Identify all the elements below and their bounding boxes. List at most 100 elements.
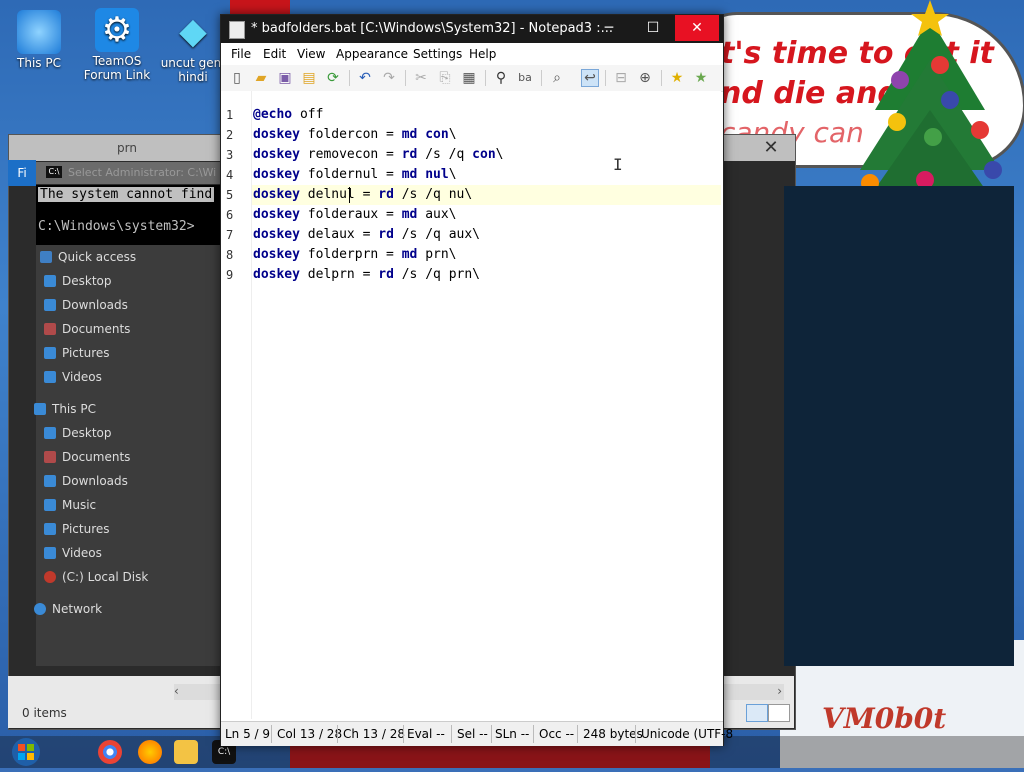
status-line[interactable]: Ln 5 / 9	[225, 727, 270, 741]
code-line[interactable]: doskey removecon = rd /s /q con\	[252, 145, 721, 165]
maximize-button[interactable]: ☐	[631, 15, 675, 41]
text-token: /s /q nu\	[393, 187, 473, 202]
file-tab[interactable]: Fi	[8, 160, 36, 186]
search-icon[interactable]: ⌕	[549, 70, 565, 86]
code-line[interactable]: doskey foldercon = md con\	[252, 125, 721, 145]
replace-icon[interactable]: ba	[517, 70, 533, 86]
computer-icon	[34, 403, 46, 415]
desktop-folder-icon	[44, 427, 56, 439]
explorer-scroll-area	[784, 186, 1014, 666]
large-icons-view-button[interactable]	[768, 704, 790, 722]
save-icon[interactable]: ▣	[277, 70, 293, 86]
status-file-size[interactable]: 248 bytes	[583, 727, 643, 741]
text-token: folderprn =	[299, 247, 402, 262]
keyword-token: doskey	[253, 167, 300, 182]
network-icon	[34, 603, 46, 615]
text-token: \	[448, 167, 457, 182]
desktop-icon-this-pc[interactable]: This PC	[0, 10, 78, 70]
nav-pc-videos[interactable]: Videos	[44, 546, 102, 560]
window-title: * badfolders.bat [C:\Windows\System32] -…	[251, 21, 613, 36]
file-explorer-icon[interactable]	[174, 740, 198, 764]
nav-pc-desktop[interactable]: Desktop	[44, 426, 112, 440]
copy-icon[interactable]: ⎘	[437, 70, 453, 86]
code-line[interactable]: doskey foldernul = md nul\	[252, 165, 721, 185]
find-icon[interactable]: ⚲	[493, 70, 509, 86]
scroll-left-icon[interactable]: ‹	[174, 684, 179, 698]
code-text: doskey delprn = rd /s /q prn\	[253, 265, 480, 285]
keyword-token: con	[425, 127, 449, 142]
windows-logo-icon	[12, 738, 40, 766]
notepad3-window[interactable]: * badfolders.bat [C:\Windows\System32] -…	[220, 14, 733, 746]
nav-item-videos[interactable]: Videos	[44, 370, 102, 384]
text-token: \	[448, 127, 457, 142]
cmd-console[interactable]: The system cannot find C:\Windows\system…	[36, 185, 220, 245]
nav-pc-music[interactable]: Music	[44, 498, 96, 512]
close-button[interactable]: ✕	[675, 15, 719, 41]
nav-this-pc[interactable]: This PC	[34, 402, 96, 416]
code-line[interactable]: doskey folderprn = md prn\	[252, 245, 721, 265]
nav-item-documents[interactable]: Documents	[44, 322, 130, 336]
zoom-in-icon[interactable]: ⊕	[637, 70, 653, 86]
cut-icon[interactable]: ✂	[413, 70, 429, 86]
firefox-icon[interactable]	[138, 740, 162, 764]
nav-item-pictures[interactable]: Pictures	[44, 346, 110, 360]
menu-appearance[interactable]: Appearance	[336, 47, 408, 61]
code-editor[interactable]: @echo off doskey foldercon = md con\ doske…	[252, 91, 721, 719]
save-as-icon[interactable]: ▤	[301, 70, 317, 86]
menu-file[interactable]: File	[231, 47, 251, 61]
start-button[interactable]	[4, 736, 44, 768]
keyword-token: doskey	[253, 267, 300, 282]
line-number: 6	[226, 208, 234, 222]
word-wrap-icon[interactable]: ↩	[581, 69, 599, 87]
scroll-right-icon[interactable]: ›	[777, 684, 782, 698]
nav-network[interactable]: Network	[34, 602, 102, 616]
toolbar: ▯ ▰ ▣ ▤ ⟳ ↶ ↷ ✂ ⎘ ▦ ⚲ ba ⌕ ↩ ⊟ ⊕ ★ ★	[221, 65, 723, 92]
code-line[interactable]: @echo off	[252, 105, 721, 125]
keyword-token: doskey	[253, 207, 300, 222]
code-line[interactable]: doskey folderaux = md aux\	[252, 205, 721, 225]
nav-item-desktop[interactable]: Desktop	[44, 274, 112, 288]
nav-pc-downloads[interactable]: Downloads	[44, 474, 128, 488]
code-line[interactable]: doskey delnul = rd /s /q nu\	[252, 185, 721, 205]
zoom-out-icon[interactable]: ⊟	[613, 70, 629, 86]
text-token: \	[495, 147, 504, 162]
open-folder-icon[interactable]: ▰	[253, 70, 269, 86]
menu-help[interactable]: Help	[469, 47, 496, 61]
status-selection[interactable]: Sel --	[457, 727, 488, 741]
status-occurrences[interactable]: Occ --	[539, 727, 574, 741]
desktop-icon-teamos[interactable]: ⚙ TeamOS Forum Link	[78, 8, 156, 82]
nav-quick-access[interactable]: Quick access	[40, 250, 136, 264]
status-column[interactable]: Col 13 / 28	[277, 727, 342, 741]
minimize-button[interactable]: ─	[587, 15, 631, 41]
text-token: /s /q aux\	[393, 227, 480, 242]
code-text: doskey foldercon = md con\	[253, 125, 457, 145]
text-token: prn\	[417, 247, 457, 262]
text-token: delprn =	[299, 267, 379, 282]
nav-pc-local-disk[interactable]: (C:) Local Disk	[44, 570, 148, 584]
notepad-titlebar[interactable]: * badfolders.bat [C:\Windows\System32] -…	[221, 15, 723, 43]
add-favorite-icon[interactable]: ★	[693, 70, 709, 86]
reload-icon[interactable]: ⟳	[325, 70, 341, 86]
status-char[interactable]: Ch 13 / 28	[343, 727, 405, 741]
paste-icon[interactable]: ▦	[461, 70, 477, 86]
code-line[interactable]: doskey delaux = rd /s /q aux\	[252, 225, 721, 245]
favorites-icon[interactable]: ★	[669, 70, 685, 86]
redo-icon[interactable]: ↷	[381, 70, 397, 86]
nav-pc-documents[interactable]: Documents	[44, 450, 130, 464]
menu-view[interactable]: View	[297, 47, 325, 61]
nav-pc-pictures[interactable]: Pictures	[44, 522, 110, 536]
code-line[interactable]: doskey delprn = rd /s /q prn\	[252, 265, 721, 285]
cmd-titlebar[interactable]: C:\ Select Administrator: C:\Wi	[36, 162, 220, 184]
details-view-button[interactable]	[746, 704, 768, 722]
menu-bar: File Edit View Appearance Settings Help	[221, 43, 723, 65]
status-eval[interactable]: Eval --	[407, 727, 445, 741]
status-selected-lines[interactable]: SLn --	[495, 727, 529, 741]
nav-item-downloads[interactable]: Downloads	[44, 298, 128, 312]
menu-edit[interactable]: Edit	[263, 47, 286, 61]
undo-icon[interactable]: ↶	[357, 70, 373, 86]
new-file-icon[interactable]: ▯	[229, 70, 245, 86]
menu-settings[interactable]: Settings	[413, 47, 462, 61]
status-encoding[interactable]: Unicode (UTF-8	[641, 727, 733, 741]
chrome-icon[interactable]	[98, 740, 122, 764]
explorer-close-button[interactable]: ✕	[755, 137, 787, 159]
